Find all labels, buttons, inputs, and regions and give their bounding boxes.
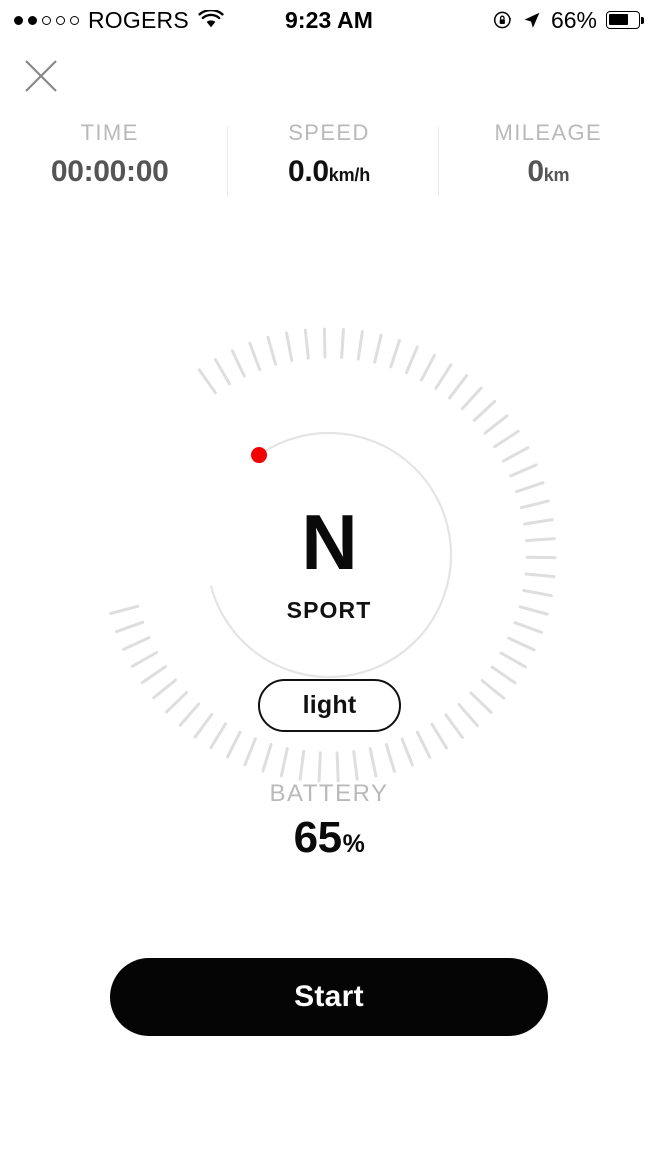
stat-speed: SPEED 0.0 km/h [219,120,438,205]
stat-time-value: 00:00:00 [51,155,169,189]
start-button[interactable]: Start [110,958,548,1036]
stat-mileage: MILEAGE 0 km [439,120,658,205]
battery-percent-label: 66% [550,6,597,33]
status-bar-right: 66% [493,0,644,40]
stat-time-label: TIME [80,120,139,145]
gauge-position-marker [251,447,268,464]
battery-unit: % [342,830,365,858]
app-screen: ROGERS 9:23 AM 66% TIME 00:00:00 SPEED 0… [0,0,658,1170]
stat-mileage-number: 0 [527,155,544,188]
stat-speed-number: 0.0 [287,155,329,188]
stat-mileage-label: MILEAGE [494,120,603,145]
battery-value: 65% [0,813,658,863]
battery-number: 65 [293,813,342,862]
stat-speed-unit: km/h [328,165,370,185]
stat-time-number: 00:00:00 [50,155,169,188]
ride-mode-label: SPORT [286,597,372,623]
stat-mileage-unit: km [543,165,570,185]
close-icon [25,60,57,92]
location-arrow-icon [522,10,542,30]
stat-speed-value: 0.0 km/h [288,155,370,189]
battery-label: BATTERY [269,780,389,807]
light-toggle-label: light [302,691,357,719]
start-button-label: Start [294,980,364,1013]
stat-mileage-value: 0 km [527,155,569,189]
battery-status: BATTERY 65% [0,780,658,863]
rotation-lock-icon [493,10,513,30]
clock-label: 9:23 AM [284,6,374,33]
stat-time: TIME 00:00:00 [0,120,219,205]
battery-icon [606,11,644,29]
gear-indicator: N [301,498,357,586]
stat-speed-label: SPEED [288,120,370,145]
close-button[interactable] [20,55,62,97]
status-bar: ROGERS 9:23 AM 66% [0,0,658,40]
light-toggle-button[interactable]: light [258,679,401,732]
trip-stats-row: TIME 00:00:00 SPEED 0.0 km/h MILEAGE 0 km [0,120,658,205]
